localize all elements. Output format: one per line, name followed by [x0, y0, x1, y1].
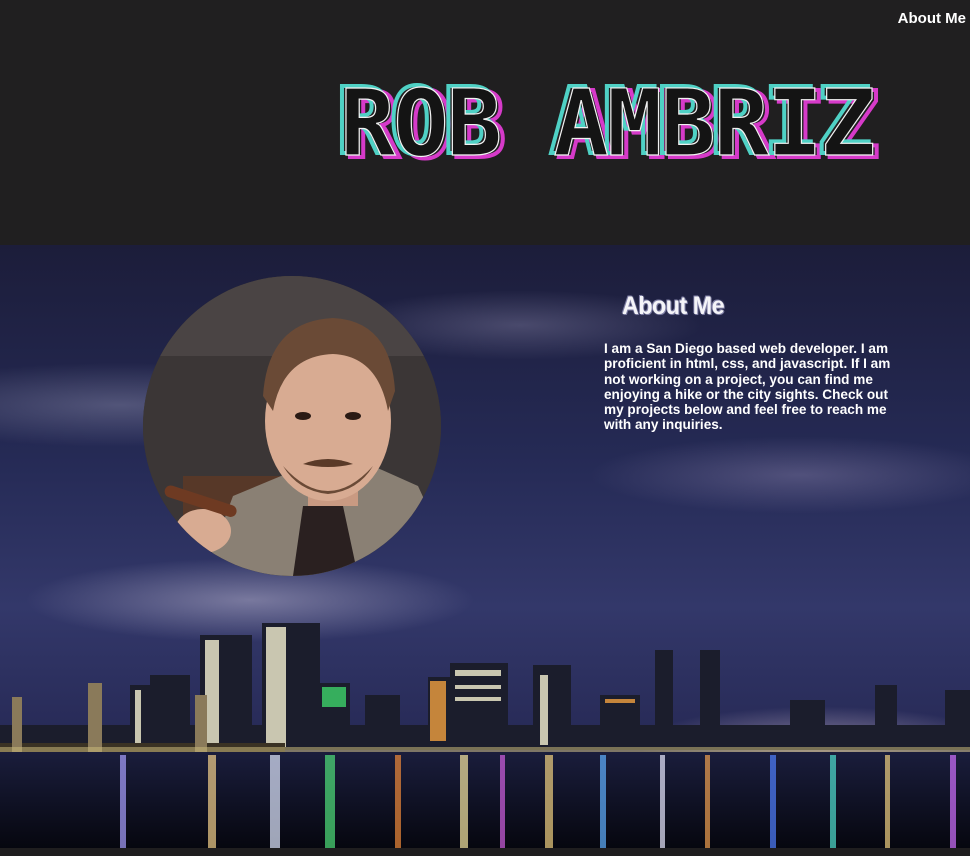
about-heading: About Me — [622, 292, 725, 320]
logo-text: ROB AMBRIZ — [340, 70, 874, 177]
profile-photo — [143, 276, 441, 576]
bottom-bar — [0, 848, 970, 856]
site-header: About Me ROB AMBRIZ ROB AMBRIZ ROB AMBRI… — [0, 0, 970, 245]
about-description: I am a San Diego based web developer. I … — [604, 341, 891, 433]
city-skyline-image — [0, 623, 970, 848]
nav-about-me-link[interactable]: About Me — [898, 10, 966, 27]
profile-photo-illustration — [143, 276, 441, 576]
about-section: About Me I am a San Diego based web deve… — [604, 292, 914, 433]
site-logo: ROB AMBRIZ ROB AMBRIZ ROB AMBRIZ — [334, 66, 880, 181]
